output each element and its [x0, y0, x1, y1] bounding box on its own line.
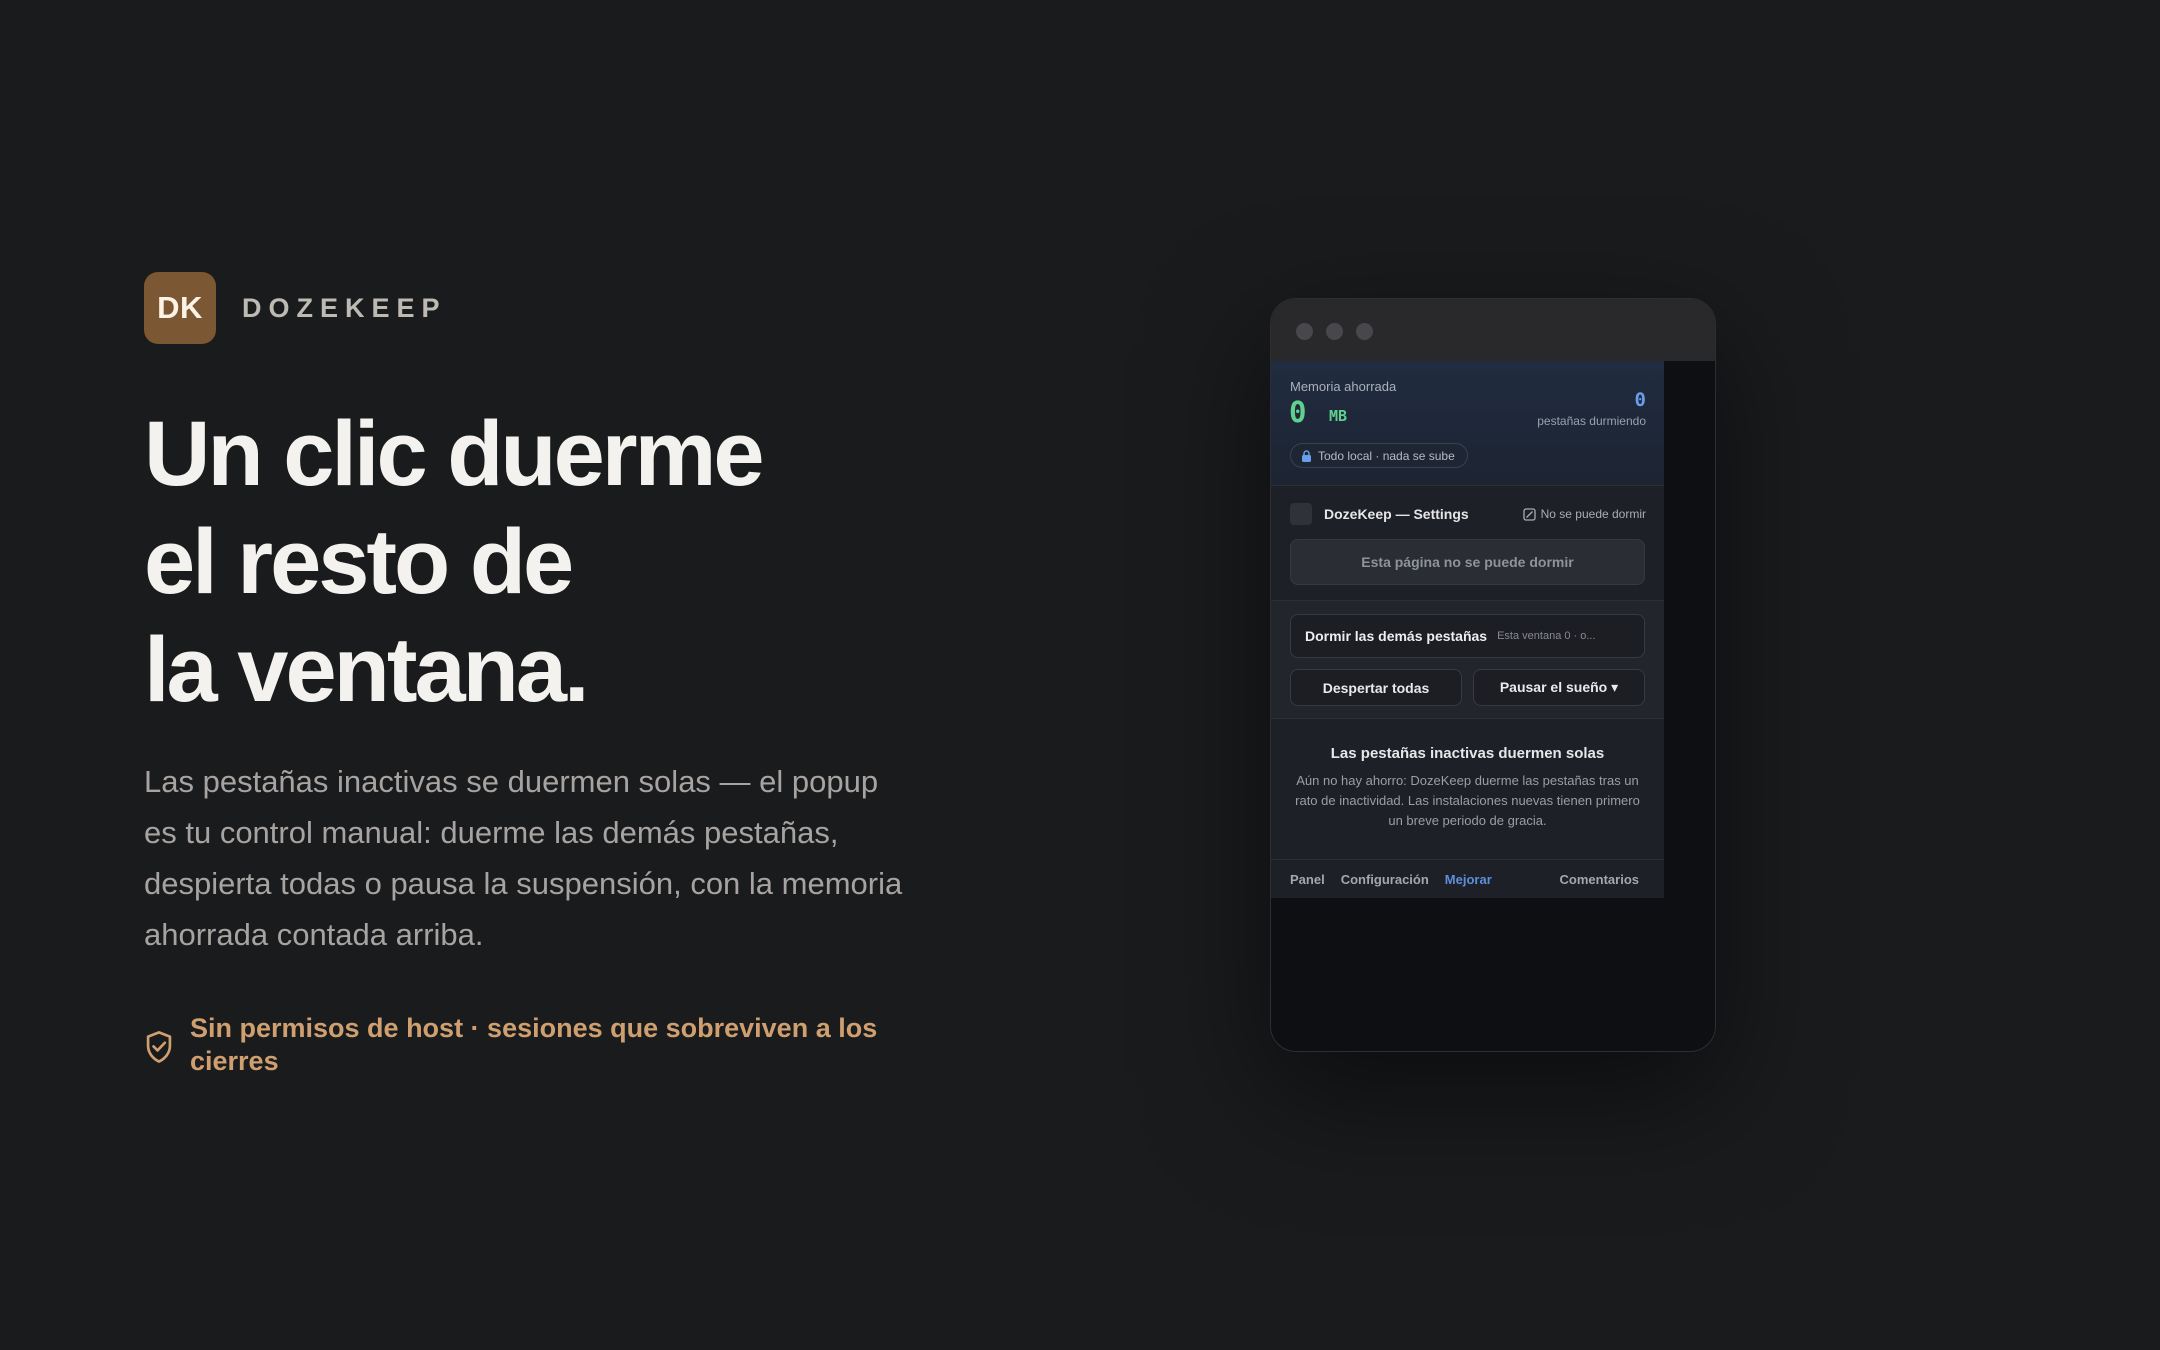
current-tab-section: DozeKeep — Settings No se puede dormir E…	[1271, 486, 1664, 601]
headline-line: la ventana.	[144, 619, 590, 721]
empty-state: Las pestañas inactivas duermen solas Aún…	[1271, 719, 1664, 859]
actions-section: Dormir las demás pestañas Esta ventana 0…	[1271, 601, 1664, 719]
browser-window: Memoria ahorrada 0 MB 0 pestañas durmien…	[1270, 298, 1716, 1052]
close-dot[interactable]	[1296, 323, 1313, 340]
tab-favicon	[1290, 503, 1312, 525]
footer-link-settings[interactable]: Configuración	[1341, 872, 1429, 887]
memory-saved-unit: MB	[1329, 407, 1348, 425]
lock-icon	[1302, 449, 1311, 462]
perks-text: Sin permisos de host · sesiones que sobr…	[190, 1013, 878, 1076]
footer-link-panel[interactable]: Panel	[1290, 872, 1325, 887]
popup-footer: Panel Configuración Mejorar Comentarios	[1271, 859, 1664, 898]
empty-state-title: Las pestañas inactivas duermen solas	[1330, 745, 1605, 762]
brand-name: DOZEKEEP	[242, 292, 447, 323]
sleep-this-page-button[interactable]: Esta página no se puede dormir	[1290, 539, 1645, 585]
maximize-dot[interactable]	[1356, 323, 1373, 340]
brand-logo: DK	[144, 272, 216, 344]
memory-saved-value: 0	[1289, 395, 1307, 429]
no-sleep-icon	[1522, 507, 1536, 521]
sleeping-tabs-count: 0	[1634, 389, 1646, 411]
headline-line: el resto de	[144, 511, 574, 613]
pause-sleep-button[interactable]: Pausar el sueño ▾	[1473, 669, 1645, 706]
stats-header: Memoria ahorrada 0 MB 0 pestañas durmien…	[1271, 361, 1664, 486]
current-tab-title: DozeKeep — Settings	[1324, 506, 1469, 522]
sleeping-tabs-label: pestañas durmiendo	[1537, 414, 1646, 428]
lede-paragraph: Las pestañas inactivas se duermen solas …	[144, 764, 903, 952]
headline: Un clic duerme el resto de la ventana.	[144, 400, 964, 724]
memory-saved-label: Memoria ahorrada	[1290, 379, 1397, 394]
window-titlebar	[1271, 299, 1715, 361]
sleep-others-button[interactable]: Dormir las demás pestañas Esta ventana 0…	[1290, 614, 1645, 658]
current-tab-status: No se puede dormir	[1522, 507, 1646, 521]
footer-link-feedback[interactable]: Comentarios	[1560, 872, 1639, 887]
empty-state-body: Aún no hay ahorro: DozeKeep duerme las p…	[1295, 773, 1640, 828]
sleep-others-label: Dormir las demás pestañas	[1305, 628, 1488, 644]
headline-line: Un clic duerme	[144, 403, 765, 505]
privacy-pill-text: Todo local · nada se sube	[1318, 448, 1455, 463]
shield-check-icon	[146, 1031, 172, 1063]
sleep-others-sublabel: Esta ventana 0 · o...	[1497, 630, 1596, 642]
current-tab-status-text: No se puede dormir	[1540, 507, 1646, 521]
privacy-pill: Todo local · nada se sube	[1290, 443, 1468, 468]
footer-link-upgrade[interactable]: Mejorar	[1445, 872, 1492, 887]
brand: DK DOZEKEEP	[144, 272, 447, 344]
wake-all-button[interactable]: Despertar todas	[1290, 669, 1462, 706]
extension-popup: Memoria ahorrada 0 MB 0 pestañas durmien…	[1271, 361, 1664, 898]
perks-line: Sin permisos de host · sesiones que sobr…	[144, 1012, 904, 1078]
minimize-dot[interactable]	[1326, 323, 1343, 340]
